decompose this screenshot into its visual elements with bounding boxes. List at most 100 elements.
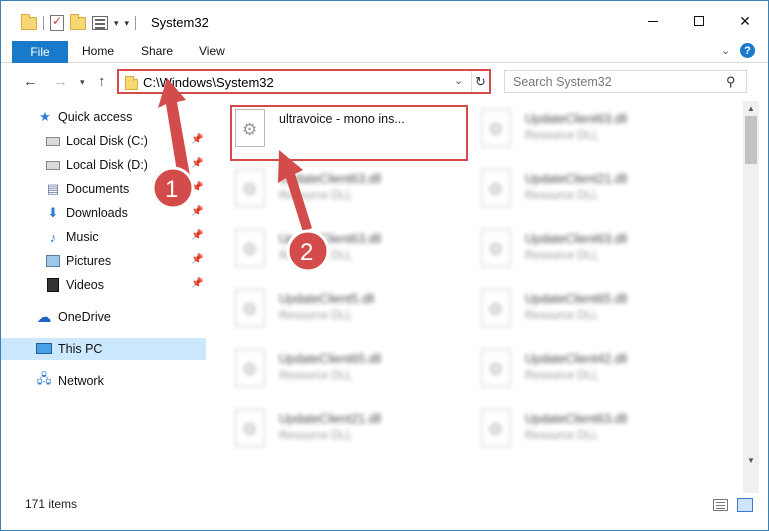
tab-share[interactable]: Share	[141, 44, 173, 58]
sidebar-item-quick-access[interactable]: ★ Quick access	[1, 106, 206, 128]
large-icons-view-icon[interactable]	[737, 498, 753, 512]
file-item[interactable]: UpdateClient63.dll Resource DLL	[454, 225, 694, 281]
pin-icon: 📌	[191, 254, 204, 265]
file-name: UpdateClient63.dll	[525, 232, 628, 246]
file-name: UpdateClient63.dll	[279, 232, 382, 246]
file-item[interactable]: UpdateClient63.dll Resource DLL	[454, 405, 694, 461]
highlight-box	[230, 105, 468, 161]
sidebar-item-label: Quick access	[58, 110, 133, 124]
sidebar-item-onedrive[interactable]: ☁ OneDrive	[1, 306, 206, 328]
tab-view[interactable]: View	[199, 44, 225, 58]
title-bar: ▾ ▾ System32 ✕	[1, 1, 768, 41]
scroll-thumb[interactable]	[745, 116, 757, 164]
sidebar-item-videos[interactable]: Videos 📌	[1, 274, 206, 296]
file-settings-icon	[235, 169, 265, 207]
sidebar-item-label: Local Disk (C:)	[66, 134, 148, 148]
sidebar-item-music[interactable]: ♪ Music 📌	[1, 226, 206, 248]
sidebar-item-pictures[interactable]: Pictures 📌	[1, 250, 206, 272]
sidebar-item-label: Pictures	[66, 254, 112, 268]
pin-icon: 📌	[191, 278, 204, 289]
maximize-button[interactable]	[676, 1, 722, 41]
properties-icon[interactable]	[50, 14, 64, 31]
file-settings-icon	[481, 169, 511, 207]
network-icon: 🖧	[36, 371, 52, 386]
pin-icon: 📌	[191, 206, 204, 217]
file-type: Resource DLL	[279, 250, 353, 262]
close-icon: ✕	[739, 12, 751, 29]
forward-button[interactable]: →	[53, 73, 68, 90]
file-item[interactable]: UpdateClient63.dll Resource DLL	[454, 105, 694, 161]
ribbon-tabs: File Home Share View ⌄ ?	[1, 41, 768, 63]
file-item[interactable]: UpdateClient42.dll Resource DLL	[454, 345, 694, 401]
documents-icon: ▤	[46, 181, 60, 196]
view-icon[interactable]	[92, 16, 108, 30]
sidebar-item-local-disk-c[interactable]: Local Disk (C:) 📌	[1, 130, 206, 152]
sidebar-item-downloads[interactable]: ⬇ Downloads 📌	[1, 202, 206, 224]
file-item[interactable]: UpdateClient5.dll Resource DLL	[208, 285, 448, 341]
close-button[interactable]: ✕	[722, 1, 768, 41]
file-name: UpdateClient5.dll	[279, 292, 375, 306]
chevron-down-icon[interactable]: ⌄	[454, 74, 463, 87]
search-input[interactable]: Search System32 ⚲	[504, 70, 747, 93]
file-type: Resource DLL	[525, 130, 599, 142]
file-name: UpdateClient21.dll	[525, 172, 628, 186]
file-settings-icon	[481, 409, 511, 447]
address-row: ← → ▾ ↑ C:\Windows\System32 ⌄ ↻ Search S…	[1, 65, 768, 97]
address-path[interactable]: C:\Windows\System32	[143, 75, 274, 90]
recent-locations-button[interactable]: ▾	[80, 77, 85, 88]
search-icon[interactable]: ⚲	[726, 74, 736, 90]
vertical-scrollbar[interactable]: ▲ ▼	[743, 101, 759, 493]
file-name: UpdateClient63.dll	[525, 112, 628, 126]
folder-icon	[125, 76, 138, 90]
refresh-button[interactable]: ↻	[471, 71, 489, 92]
drive-icon	[46, 137, 60, 146]
file-settings-icon	[481, 349, 511, 387]
up-button[interactable]: ↑	[98, 73, 106, 90]
sidebar-item-this-pc[interactable]: This PC	[1, 338, 206, 360]
details-view-icon[interactable]	[713, 499, 728, 511]
pin-icon: 📌	[191, 158, 204, 169]
sidebar-item-label: This PC	[58, 342, 103, 356]
scroll-up-icon[interactable]: ▲	[743, 101, 759, 115]
chevron-down-icon[interactable]: ▾	[114, 18, 119, 29]
sidebar-item-local-disk-d[interactable]: Local Disk (D:) 📌	[1, 154, 206, 176]
file-type: Resource DLL	[279, 190, 353, 202]
tab-file[interactable]: File	[12, 41, 68, 63]
maximize-icon	[694, 16, 704, 26]
file-name: UpdateClient65.dll	[525, 292, 628, 306]
file-type: Resource DLL	[525, 310, 599, 322]
file-item[interactable]: UpdateClient63.dll Resource DLL	[208, 225, 448, 281]
customize-toolbar-icon[interactable]: ▾	[125, 18, 130, 29]
new-folder-icon[interactable]	[70, 13, 86, 30]
pc-icon	[36, 343, 52, 354]
file-item[interactable]: UpdateClient21.dll Resource DLL	[454, 165, 694, 221]
expand-ribbon-icon[interactable]: ⌄	[721, 44, 730, 57]
star-icon: ★	[39, 109, 51, 124]
minimize-icon	[648, 20, 658, 22]
file-settings-icon	[235, 409, 265, 447]
sidebar-item-documents[interactable]: ▤ Documents 📌	[1, 178, 206, 200]
folder-icon	[21, 13, 37, 30]
file-settings-icon	[235, 289, 265, 327]
pictures-icon	[46, 255, 60, 267]
minimize-button[interactable]	[630, 1, 676, 41]
file-item[interactable]: UpdateClient65.dll Resource DLL	[208, 345, 448, 401]
sidebar-item-network[interactable]: 🖧 Network	[1, 370, 206, 392]
file-item[interactable]: UpdateClient65.dll Resource DLL	[454, 285, 694, 341]
sidebar-item-label: Local Disk (D:)	[66, 158, 148, 172]
item-count: 171 items	[25, 497, 78, 511]
file-name: UpdateClient21.dll	[279, 412, 382, 426]
back-button[interactable]: ←	[23, 73, 38, 90]
address-bar[interactable]: C:\Windows\System32 ⌄ ↻	[117, 69, 491, 94]
file-item[interactable]: UpdateClient63.dll Resource DLL	[208, 165, 448, 221]
tab-home[interactable]: Home	[82, 44, 114, 58]
sidebar-item-label: OneDrive	[58, 310, 111, 324]
scroll-down-icon[interactable]: ▼	[743, 453, 759, 467]
help-icon[interactable]: ?	[740, 43, 755, 58]
file-name: UpdateClient63.dll	[279, 172, 382, 186]
file-item[interactable]: UpdateClient21.dll Resource DLL	[208, 405, 448, 461]
pin-icon: 📌	[191, 134, 204, 145]
sidebar-item-label: Network	[58, 374, 104, 388]
file-type: Resource DLL	[279, 430, 353, 442]
music-icon: ♪	[49, 229, 57, 245]
